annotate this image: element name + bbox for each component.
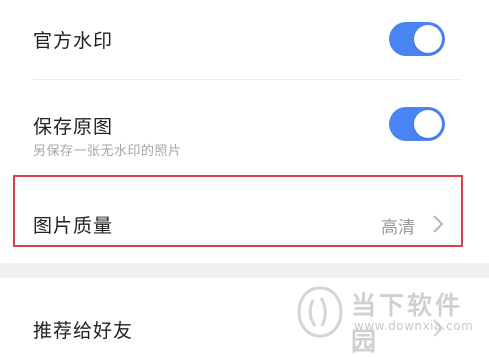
site-watermark: 当下软件园 www.downxia.com bbox=[296, 284, 486, 356]
save-original-toggle[interactable] bbox=[389, 107, 445, 141]
section-gap bbox=[0, 263, 489, 278]
save-original-setting-row: 保存原图 另保存一张无水印的照片 bbox=[0, 80, 489, 174]
watermark-label: 官方水印 bbox=[33, 30, 114, 52]
toggle-knob bbox=[414, 110, 442, 138]
watermark-logo-icon bbox=[297, 286, 343, 338]
watermark-toggle[interactable] bbox=[389, 22, 445, 56]
highlight-box bbox=[13, 175, 463, 247]
toggle-knob bbox=[414, 25, 442, 53]
save-original-sublabel: 另保存一张无水印的照片 bbox=[33, 144, 182, 159]
watermark-url: www.downxia.com bbox=[354, 319, 474, 333]
recommend-label: 推荐给好友 bbox=[33, 320, 134, 342]
save-original-label: 保存原图 bbox=[33, 116, 114, 138]
watermark-setting-row: 官方水印 bbox=[0, 0, 489, 80]
